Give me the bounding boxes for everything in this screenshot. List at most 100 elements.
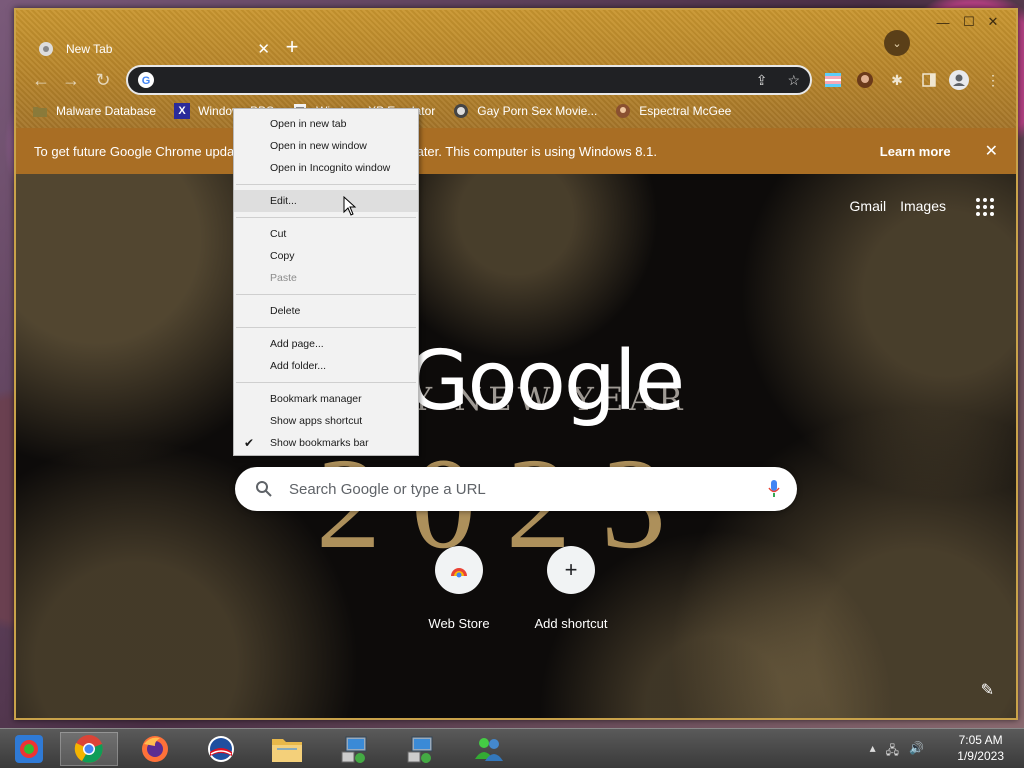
- menu-item-label: Edit...: [270, 195, 297, 207]
- google-g-icon: G: [138, 72, 154, 88]
- menu-item-label: Show bookmarks bar: [270, 437, 369, 449]
- tab-new-tab[interactable]: New Tab ✕: [28, 32, 280, 66]
- extensions-puzzle-icon[interactable]: ✱: [886, 69, 908, 91]
- menu-separator: [236, 184, 416, 185]
- menu-separator: [236, 294, 416, 295]
- bookmark-star-icon[interactable]: ☆: [787, 72, 800, 89]
- bookmarks-bar: Malware Database X Windows BBS Windows X…: [16, 98, 1016, 124]
- menu-item-label: Open in Incognito window: [270, 162, 391, 174]
- share-icon[interactable]: ⇪: [756, 72, 768, 89]
- close-window-button[interactable]: ✕: [976, 12, 1010, 32]
- new-tab-button[interactable]: +: [278, 33, 306, 61]
- menu-item-paste: Paste: [234, 267, 418, 289]
- system-tray: ▴ 🖧 🔊: [870, 741, 924, 762]
- search-icon: [256, 481, 272, 497]
- google-doodle-logo[interactable]: Google: [406, 334, 685, 429]
- firefox-icon[interactable]: [126, 732, 184, 766]
- shortcut-web-store[interactable]: Web Store: [409, 546, 509, 631]
- tab-title: New Tab: [66, 42, 113, 56]
- start-icon[interactable]: [0, 732, 58, 766]
- folder-icon: [32, 103, 48, 119]
- menu-item-label: Add page...: [270, 338, 324, 350]
- shortcut-label: Add shortcut: [534, 616, 608, 631]
- chrome-tab-icon: [39, 42, 53, 56]
- menu-item-label: Bookmark manager: [270, 393, 362, 405]
- ntp-top-links: Gmail Images: [850, 198, 946, 214]
- network-setup-icon[interactable]: [326, 732, 384, 766]
- tab-search-button[interactable]: ⌄: [884, 30, 910, 56]
- learn-more-link[interactable]: Learn more: [880, 144, 951, 159]
- menu-item-cut[interactable]: Cut: [234, 223, 418, 245]
- obama-logo-icon[interactable]: [192, 732, 250, 766]
- menu-separator: [236, 217, 416, 218]
- menu-item-open-in-new-tab[interactable]: Open in new tab: [234, 113, 418, 135]
- shortcut-add[interactable]: + Add shortcut: [521, 546, 621, 631]
- menu-item-open-in-incognito-window[interactable]: Open in Incognito window: [234, 157, 418, 179]
- menu-item-edit[interactable]: Edit...: [234, 190, 418, 212]
- show-hidden-icons-icon[interactable]: ▴: [870, 741, 876, 762]
- bookmark-context-menu: Open in new tab Open in new window Open in…: [233, 108, 419, 456]
- bookmark-espectral-mcgee[interactable]: Espectral McGee: [615, 103, 731, 119]
- menu-item-delete[interactable]: Delete: [234, 300, 418, 322]
- system-clock[interactable]: 7:05 AM 1/9/2023: [957, 732, 1004, 764]
- bookmark-site[interactable]: Gay Porn Sex Movie...: [453, 103, 597, 119]
- minimize-button[interactable]: —: [930, 12, 956, 32]
- forward-button[interactable]: →: [58, 68, 84, 92]
- address-bar[interactable]: G ⇪ ☆: [126, 65, 812, 95]
- menu-item-bookmark-manager[interactable]: Bookmark manager: [234, 388, 418, 410]
- bookmark-label: Gay Porn Sex Movie...: [477, 104, 598, 118]
- msn-messenger-icon[interactable]: [460, 732, 518, 766]
- x-site-icon: X: [174, 103, 191, 119]
- network-icon[interactable]: 🖧: [886, 741, 899, 762]
- plus-icon: +: [547, 546, 595, 594]
- chrome-taskbar-icon[interactable]: [60, 732, 118, 766]
- svg-text:G: G: [142, 75, 151, 87]
- menu-item-label: Copy: [270, 250, 295, 262]
- menu-item-label: Open in new tab: [270, 118, 347, 130]
- reload-button[interactable]: ↻: [90, 68, 116, 92]
- profile-icon[interactable]: [948, 69, 970, 91]
- menu-item-label: Show apps shortcut: [270, 415, 363, 427]
- side-panel-icon[interactable]: [918, 69, 940, 91]
- microphone-icon[interactable]: [767, 479, 781, 499]
- extension-flag-icon[interactable]: [822, 69, 844, 91]
- webstore-icon: [435, 546, 483, 594]
- avatar-icon: [615, 103, 631, 119]
- images-link[interactable]: Images: [900, 198, 946, 214]
- gmail-link[interactable]: Gmail: [850, 198, 887, 214]
- ntp-search-box[interactable]: Search Google or type a URL: [235, 467, 797, 511]
- menu-item-label: Delete: [270, 305, 301, 317]
- taskbar: ▴ 🖧 🔊 7:05 AM 1/9/2023: [0, 728, 1024, 768]
- extension-avatar-icon[interactable]: [854, 69, 876, 91]
- menu-item-label: Paste: [270, 272, 297, 284]
- update-infobar: To get future Google Chrome updates, you…: [16, 128, 1016, 174]
- file-explorer-icon[interactable]: [258, 732, 316, 766]
- chrome-menu-icon[interactable]: ⋮: [982, 69, 1004, 91]
- bookmark-malware-database[interactable]: Malware Database: [32, 103, 156, 119]
- close-tab-icon[interactable]: ✕: [257, 40, 270, 58]
- customize-pencil-icon[interactable]: ✎: [981, 680, 994, 700]
- menu-item-add-folder[interactable]: Add folder...: [234, 355, 418, 377]
- menu-separator: [236, 327, 416, 328]
- chrome-window: — ☐ ✕ New Tab ✕ + ⌄ ← → ↻ G ⇪ ☆ ✱ ⋮ Malw…: [14, 8, 1018, 720]
- search-placeholder: Search Google or type a URL: [289, 480, 486, 498]
- google-apps-icon[interactable]: [974, 196, 996, 218]
- network-setup-icon[interactable]: [392, 732, 450, 766]
- menu-item-copy[interactable]: Copy: [234, 245, 418, 267]
- shortcut-label: Web Store: [428, 616, 490, 631]
- new-tab-page: Gmail Images 2023 Y NEW YEAR Google Sear…: [16, 174, 1016, 718]
- menu-item-show-apps-shortcut[interactable]: Show apps shortcut: [234, 410, 418, 432]
- mouse-cursor-icon: [343, 196, 357, 216]
- infobar-close-icon[interactable]: ✕: [985, 141, 998, 161]
- bookmark-label: Malware Database: [56, 104, 157, 118]
- volume-icon[interactable]: 🔊: [909, 741, 924, 762]
- back-button[interactable]: ←: [28, 68, 54, 92]
- menu-item-label: Add folder...: [270, 360, 327, 372]
- clock-time: 7:05 AM: [958, 733, 1003, 747]
- checkmark-icon: ✔: [244, 436, 255, 450]
- menu-item-add-page[interactable]: Add page...: [234, 333, 418, 355]
- menu-item-show-bookmarks-bar[interactable]: ✔ Show bookmarks bar: [234, 432, 418, 454]
- site-icon: [453, 103, 469, 119]
- clock-date: 1/9/2023: [957, 749, 1004, 763]
- menu-item-open-in-new-window[interactable]: Open in new window: [234, 135, 418, 157]
